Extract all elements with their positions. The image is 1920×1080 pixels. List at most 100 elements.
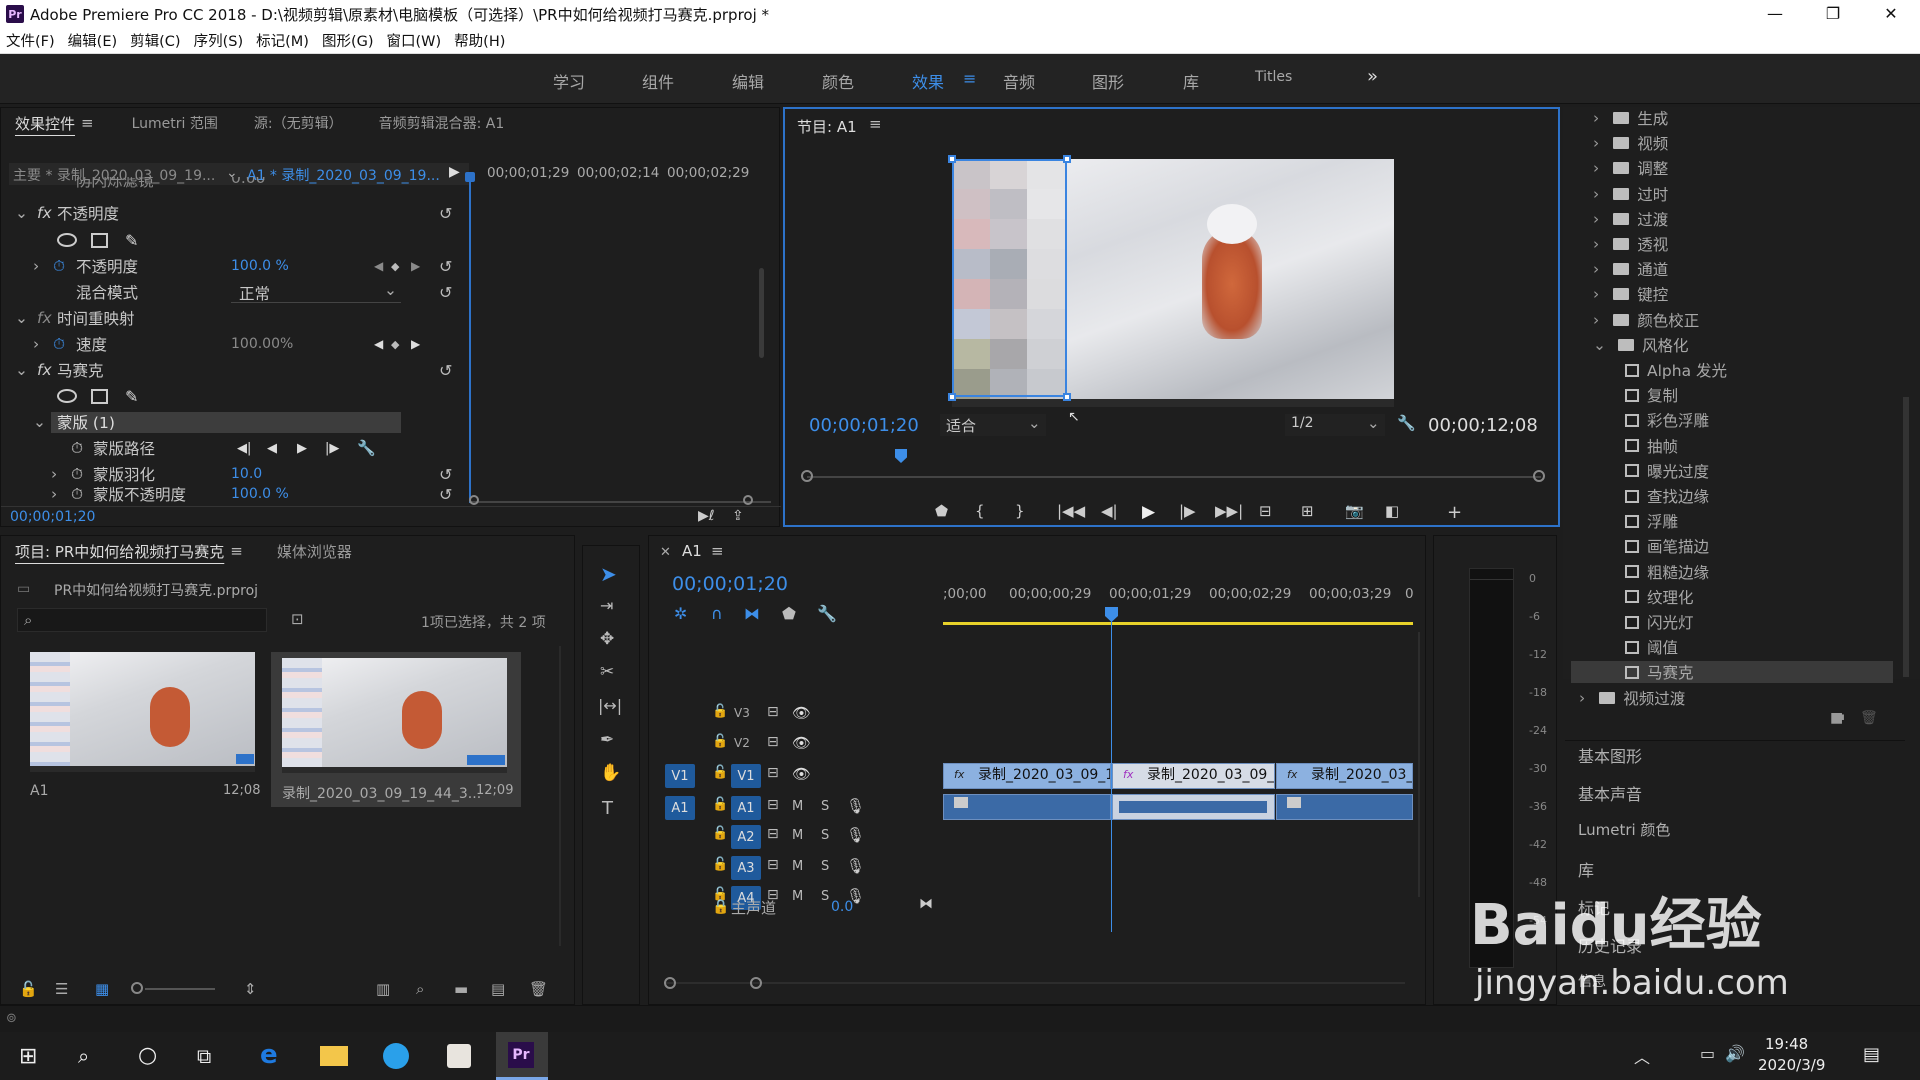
workspace-color[interactable]: 颜色 bbox=[822, 69, 854, 93]
ec-zoom-bar[interactable] bbox=[471, 501, 771, 503]
lock-icon[interactable]: 🔓 bbox=[19, 980, 38, 998]
effect-folder[interactable]: › 通道 bbox=[1593, 258, 1668, 280]
premiere-taskbar-button[interactable]: Pr bbox=[496, 1032, 548, 1080]
effect-folder[interactable]: › 调整 bbox=[1593, 157, 1668, 179]
workspace-overflow-icon[interactable]: » bbox=[1367, 66, 1378, 87]
razor-tool-icon[interactable]: ✂ bbox=[600, 662, 614, 682]
task-view-icon[interactable]: ⧉ bbox=[197, 1044, 211, 1068]
effect-item[interactable]: 阈值 bbox=[1625, 636, 1678, 658]
ec-zoom-handle-left[interactable] bbox=[469, 495, 479, 505]
effect-folder[interactable]: › 透视 bbox=[1593, 233, 1668, 255]
source-patch-v1[interactable]: V1 bbox=[665, 764, 695, 788]
pen-mask-icon[interactable]: ✎ bbox=[125, 387, 138, 406]
menu-sequence[interactable]: 序列(S) bbox=[194, 30, 244, 51]
go-to-point-icon[interactable]: ⧓ bbox=[919, 896, 933, 912]
menu-clip[interactable]: 剪辑(C) bbox=[130, 30, 180, 51]
go-to-in-icon[interactable]: |◀◀ bbox=[1057, 502, 1085, 520]
edge-browser-icon[interactable]: e bbox=[260, 1040, 278, 1070]
reset-icon[interactable]: ↺ bbox=[439, 257, 452, 276]
video-frame[interactable] bbox=[952, 159, 1394, 407]
expand-chevron-icon[interactable]: › bbox=[1593, 235, 1599, 253]
nest-toggle-icon[interactable]: ✲ bbox=[674, 604, 687, 623]
add-marker-icon[interactable]: ⬟ bbox=[782, 604, 796, 623]
sync-lock-icon[interactable]: ⊟ bbox=[767, 857, 779, 873]
effect-item[interactable]: 闪光灯 bbox=[1625, 611, 1694, 633]
step-forward-icon[interactable]: |▶ bbox=[1179, 502, 1196, 520]
tab-project[interactable]: 项目: PR中如何给视频打马赛克 bbox=[15, 541, 224, 562]
find-icon[interactable]: ⌕ bbox=[416, 980, 424, 998]
close-button[interactable]: ✕ bbox=[1862, 0, 1920, 28]
stopwatch-icon[interactable]: ⏱ bbox=[53, 257, 65, 276]
play-audio-icon[interactable]: ▶ℓ bbox=[698, 508, 715, 524]
ellipse-mask-icon[interactable] bbox=[57, 389, 77, 403]
keyframe-prev-icon[interactable]: ◀ bbox=[374, 337, 383, 351]
panel-menu-icon[interactable]: ≡ bbox=[81, 115, 94, 131]
tab-audio-clip-mixer[interactable]: 音频剪辑混合器: A1 bbox=[379, 113, 505, 133]
keyframe-add-icon[interactable]: ◆ bbox=[391, 260, 399, 273]
panel-menu-icon[interactable]: ≡ bbox=[230, 543, 243, 559]
scrub-zoom-handle-left[interactable] bbox=[801, 470, 813, 482]
panel-markers[interactable]: 标记 bbox=[1578, 895, 1610, 919]
speed-value[interactable]: 100.00% bbox=[231, 336, 293, 352]
ellipse-mask-icon[interactable] bbox=[57, 233, 77, 247]
expand-chevron-icon[interactable]: › bbox=[1593, 210, 1599, 228]
windows-start-icon[interactable]: ⊞ bbox=[19, 1044, 37, 1069]
ec-scrollbar[interactable] bbox=[759, 268, 764, 358]
effect-item[interactable]: 纹理化 bbox=[1625, 586, 1694, 608]
workspace-effects[interactable]: 效果 bbox=[912, 69, 944, 93]
video-clip[interactable]: fx 录制_2020_03_09_19_4 bbox=[943, 763, 1111, 789]
menu-file[interactable]: 文件(F) bbox=[6, 30, 55, 51]
effect-folder[interactable]: › 过渡 bbox=[1593, 208, 1668, 230]
effect-item[interactable]: 查找边缘 bbox=[1625, 485, 1709, 507]
workspace-audio[interactable]: 音频 bbox=[1003, 69, 1035, 93]
track-forward-all-icon[interactable]: |▶ bbox=[325, 441, 339, 456]
solo-button[interactable]: S bbox=[821, 889, 829, 904]
export-icon[interactable]: ⇪ bbox=[732, 508, 744, 524]
fx-badge-icon[interactable]: fx bbox=[37, 204, 52, 222]
effect-folder-video-transitions[interactable]: › 视频过渡 bbox=[1579, 687, 1685, 709]
expand-chevron-icon[interactable]: › bbox=[1593, 185, 1599, 203]
fx-badge-icon[interactable]: fx bbox=[37, 361, 52, 379]
master-lock-icon[interactable]: 🔒 bbox=[712, 899, 729, 915]
mask-vertex-handle[interactable] bbox=[948, 393, 956, 401]
track-target-toggle[interactable]: V1 bbox=[731, 764, 761, 788]
track-lock-icon[interactable]: 🔓 bbox=[712, 734, 728, 749]
sync-lock-icon[interactable]: ⊟ bbox=[767, 734, 779, 750]
browser-app-icon[interactable] bbox=[383, 1043, 409, 1069]
microphone-icon[interactable]: 🎙 bbox=[846, 797, 865, 815]
project-item-selected[interactable]: 录制_2020_03_09_19_44_3... 12;09 bbox=[271, 652, 521, 807]
sync-lock-icon[interactable]: ⊟ bbox=[767, 704, 779, 720]
keyframe-prev-icon[interactable]: ◀ bbox=[374, 259, 383, 273]
workspace-menu-icon[interactable]: ≡ bbox=[963, 69, 976, 88]
effect-folder[interactable]: › 颜色校正 bbox=[1593, 309, 1699, 331]
effect-folder-stylize[interactable]: ⌄ 风格化 bbox=[1593, 334, 1689, 356]
new-item-icon[interactable]: ▤ bbox=[491, 980, 505, 998]
project-scrollbar[interactable] bbox=[559, 646, 561, 946]
mark-out-icon[interactable]: } bbox=[1015, 502, 1025, 520]
hscroll-handle-right[interactable] bbox=[750, 977, 762, 989]
ec-timecode[interactable]: 00;00;01;20 bbox=[10, 509, 95, 525]
track-target-toggle[interactable]: A3 bbox=[731, 856, 761, 880]
clear-icon[interactable]: 🗑 bbox=[529, 980, 548, 998]
timeline-hscroll[interactable] bbox=[665, 982, 1405, 984]
track-name[interactable]: V3 bbox=[734, 706, 750, 720]
menu-help[interactable]: 帮助(H) bbox=[454, 30, 505, 51]
effect-item[interactable]: 粗糙边缘 bbox=[1625, 561, 1709, 583]
ec-row-mosaic[interactable]: ⌄ fx 马赛克 ↺ bbox=[1, 358, 466, 382]
find-bin-icon[interactable]: ⊡ bbox=[291, 610, 304, 628]
work-area-bar[interactable] bbox=[943, 622, 1413, 625]
audio-clip[interactable] bbox=[943, 794, 1111, 820]
ec-playhead-handle[interactable] bbox=[465, 172, 475, 182]
expand-chevron-icon[interactable]: › bbox=[1593, 134, 1599, 152]
project-item-thumbnail[interactable] bbox=[282, 658, 507, 773]
type-tool-icon[interactable]: T bbox=[602, 798, 613, 819]
play-button-icon[interactable]: ▶ bbox=[1142, 502, 1155, 522]
volume-icon[interactable]: 🔊 bbox=[1725, 1044, 1745, 1063]
effect-item[interactable]: 彩色浮雕 bbox=[1625, 409, 1709, 431]
effect-item[interactable]: 画笔描边 bbox=[1625, 535, 1709, 557]
track-target-toggle[interactable]: A1 bbox=[731, 796, 761, 820]
microphone-icon[interactable]: 🎙 bbox=[846, 857, 865, 875]
reset-icon[interactable]: ↺ bbox=[439, 465, 452, 484]
track-lock-icon[interactable]: 🔓 bbox=[712, 704, 728, 719]
video-clip[interactable]: fx 录制_2020_03_09_19_ bbox=[1112, 763, 1275, 789]
